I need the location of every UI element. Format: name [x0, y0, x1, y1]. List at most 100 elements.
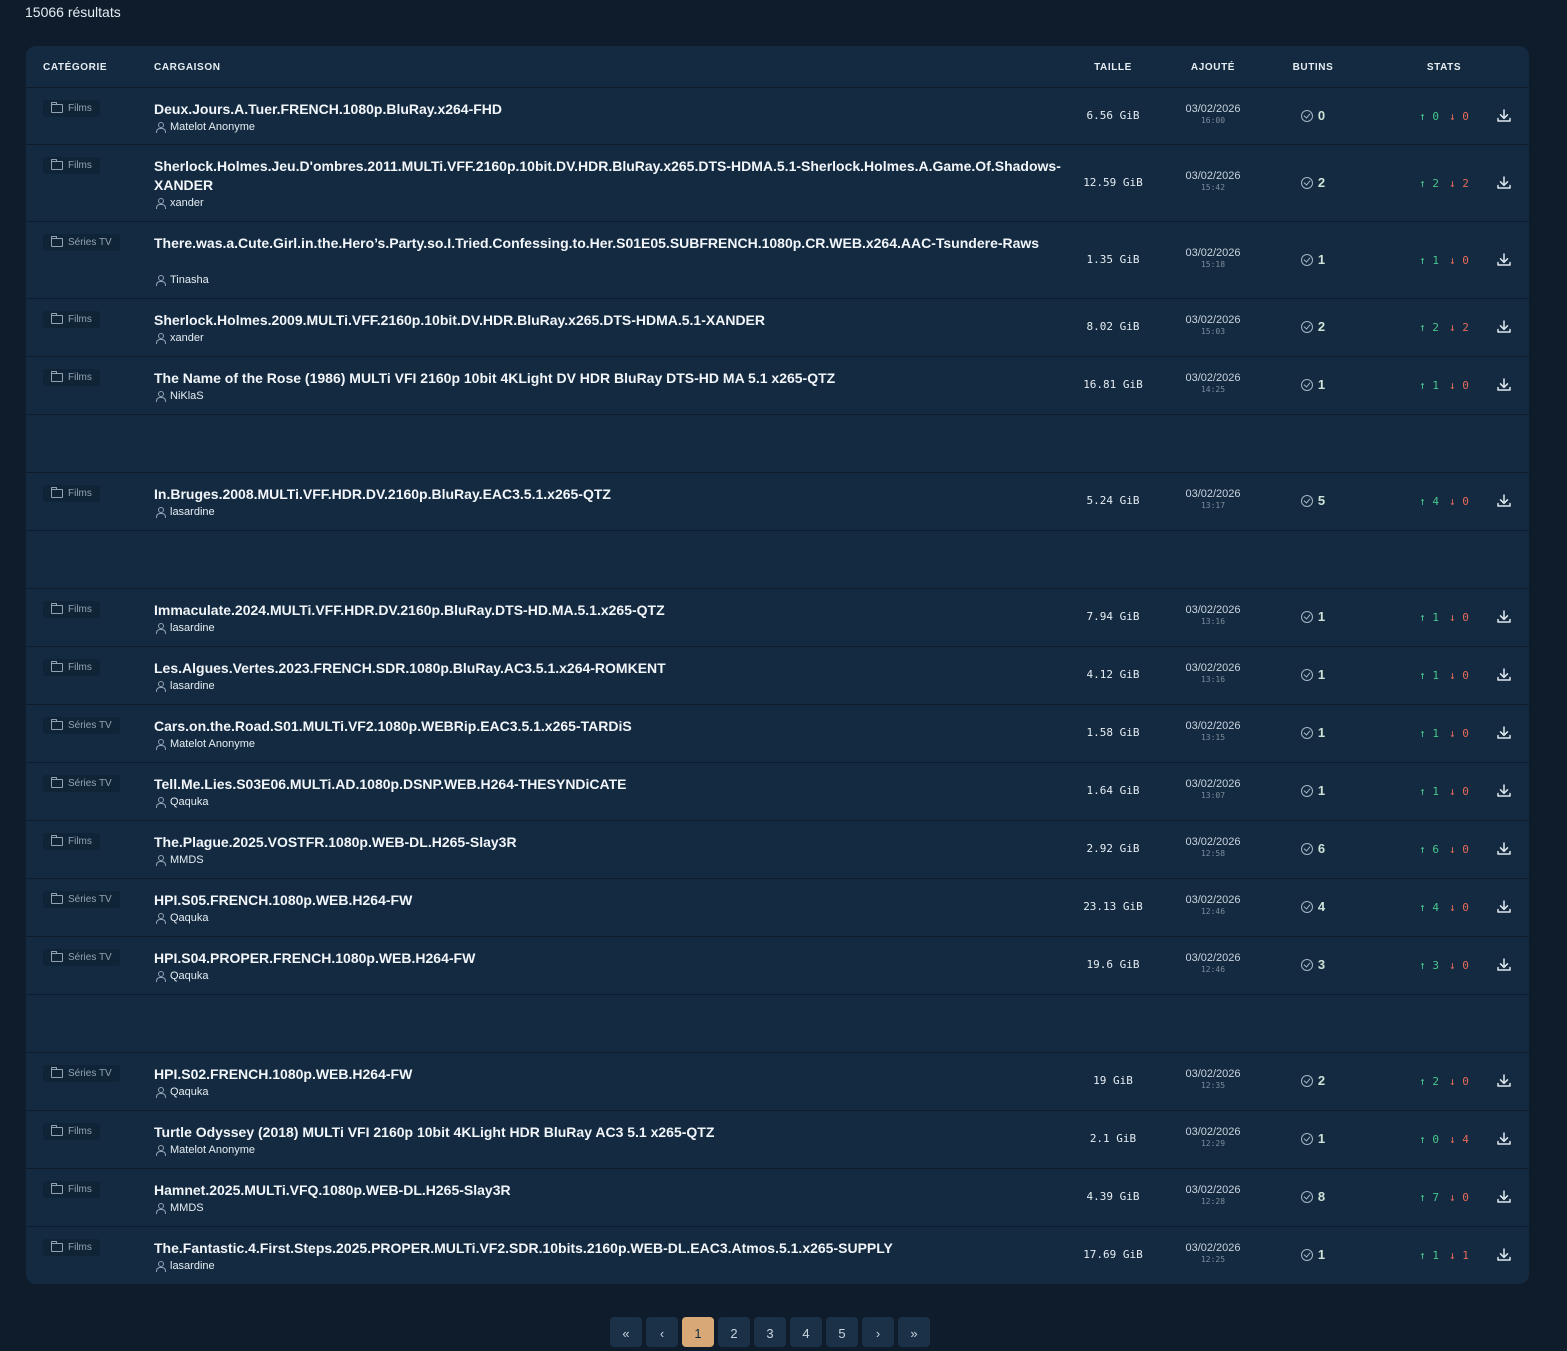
category-badge[interactable]: Films — [43, 1239, 100, 1256]
torrent-title[interactable]: Sherlock.Holmes.Jeu.D'ombres.2011.MULTi.… — [154, 157, 1064, 195]
uploader[interactable]: Qaquka — [156, 970, 209, 982]
page-button-2[interactable]: 2 — [718, 1317, 750, 1347]
page-button-5[interactable]: 5 — [826, 1317, 858, 1347]
uploader[interactable]: Qaquka — [156, 796, 209, 808]
table-row[interactable]: Séries TV Cars.on.the.Road.S01.MULTi.VF2.… — [26, 705, 1529, 763]
download-icon[interactable] — [1496, 108, 1512, 124]
download-icon[interactable] — [1496, 319, 1512, 335]
download-icon[interactable] — [1496, 609, 1512, 625]
table-row[interactable]: Films The.Plague.2025.VOSTFR.1080p.WEB-DL… — [26, 821, 1529, 879]
download-icon[interactable] — [1496, 1073, 1512, 1089]
table-row[interactable]: Films Sherlock.Holmes.Jeu.D'ombres.2011.M… — [26, 145, 1529, 222]
table-row[interactable]: Séries TV There.was.a.Cute.Girl.in.the.He… — [26, 222, 1529, 299]
first-page-button[interactable]: « — [610, 1317, 642, 1347]
download-icon[interactable] — [1496, 783, 1512, 799]
download-icon[interactable] — [1496, 1189, 1512, 1205]
torrent-title[interactable]: HPI.S05.FRENCH.1080p.WEB.H264-FW — [154, 891, 1064, 910]
torrent-title[interactable]: The.Fantastic.4.First.Steps.2025.PROPER.… — [154, 1239, 1064, 1258]
download-icon[interactable] — [1496, 377, 1512, 393]
table-row[interactable]: Films Deux.Jours.A.Tuer.FRENCH.1080p.BluR… — [26, 88, 1529, 145]
torrent-title[interactable]: The.Plague.2025.VOSTFR.1080p.WEB-DL.H265… — [154, 833, 1064, 852]
table-row[interactable]: Films Turtle Odyssey (2018) MULTi VFI 216… — [26, 1111, 1529, 1169]
uploader[interactable]: Matelot Anonyme — [156, 738, 255, 750]
uploader[interactable]: lasardine — [156, 1260, 215, 1272]
category-badge[interactable]: Films — [43, 1123, 100, 1140]
download-icon[interactable] — [1496, 841, 1512, 857]
uploader[interactable]: NiKlaS — [156, 390, 204, 402]
uploader[interactable]: Matelot Anonyme — [156, 1144, 255, 1156]
torrent-title[interactable]: Sherlock.Holmes.2009.MULTi.VFF.2160p.10b… — [154, 311, 1064, 330]
header-loot[interactable]: BUTINS — [1263, 62, 1363, 73]
table-row[interactable]: Séries TV HPI.S05.FRENCH.1080p.WEB.H264-F… — [26, 879, 1529, 937]
download-icon[interactable] — [1496, 1247, 1512, 1263]
header-cargo[interactable]: CARGAISON — [154, 62, 221, 73]
download-icon[interactable] — [1496, 667, 1512, 683]
page-button-4[interactable]: 4 — [790, 1317, 822, 1347]
category-badge[interactable]: Films — [43, 369, 100, 386]
uploader[interactable]: lasardine — [156, 680, 215, 692]
download-icon[interactable] — [1496, 493, 1512, 509]
category-badge[interactable]: Films — [43, 100, 100, 117]
download-icon[interactable] — [1496, 1131, 1512, 1147]
table-row[interactable]: Films The.Fantastic.4.First.Steps.2025.PR… — [26, 1227, 1529, 1284]
page-button-3[interactable]: 3 — [754, 1317, 786, 1347]
category-badge[interactable]: Séries TV — [43, 717, 120, 734]
uploader[interactable]: lasardine — [156, 506, 215, 518]
table-row[interactable]: Séries TV HPI.S02.FRENCH.1080p.WEB.H264-F… — [26, 1053, 1529, 1111]
category-badge[interactable]: Films — [43, 485, 100, 502]
category-badge[interactable]: Films — [43, 1181, 100, 1198]
header-category[interactable]: CATÉGORIE — [43, 62, 107, 73]
download-icon[interactable] — [1496, 725, 1512, 741]
category-badge[interactable]: Séries TV — [43, 775, 120, 792]
next-page-button[interactable]: › — [862, 1317, 894, 1347]
torrent-title[interactable]: Hamnet.2025.MULTi.VFQ.1080p.WEB-DL.H265-… — [154, 1181, 1064, 1200]
category-badge[interactable]: Films — [43, 659, 100, 676]
torrent-title[interactable]: In.Bruges.2008.MULTi.VFF.HDR.DV.2160p.Bl… — [154, 485, 1064, 504]
header-size[interactable]: TAILLE — [1063, 62, 1163, 73]
uploader[interactable]: xander — [156, 332, 204, 344]
uploader[interactable]: lasardine — [156, 622, 215, 634]
table-row[interactable]: Séries TV Tell.Me.Lies.S03E06.MULTi.AD.10… — [26, 763, 1529, 821]
torrent-title[interactable]: Deux.Jours.A.Tuer.FRENCH.1080p.BluRay.x2… — [154, 100, 1064, 119]
uploader[interactable]: xander — [156, 197, 204, 209]
torrent-title[interactable]: Turtle Odyssey (2018) MULTi VFI 2160p 10… — [154, 1123, 1064, 1142]
category-badge[interactable]: Séries TV — [43, 891, 120, 908]
uploader[interactable]: Tinasha — [156, 274, 209, 286]
category-badge[interactable]: Films — [43, 833, 100, 850]
table-row[interactable]: Films Les.Algues.Vertes.2023.FRENCH.SDR.1… — [26, 647, 1529, 705]
category-badge[interactable]: Séries TV — [43, 234, 120, 251]
torrent-title[interactable]: There.was.a.Cute.Girl.in.the.Hero’s.Part… — [154, 234, 1064, 253]
torrent-title[interactable]: HPI.S02.FRENCH.1080p.WEB.H264-FW — [154, 1065, 1064, 1084]
header-stats[interactable]: STATS — [1394, 62, 1494, 73]
uploader[interactable]: MMDS — [156, 1202, 204, 1214]
table-row[interactable]: Films Hamnet.2025.MULTi.VFQ.1080p.WEB-DL.… — [26, 1169, 1529, 1227]
category-badge[interactable]: Films — [43, 601, 100, 618]
table-row[interactable]: Films In.Bruges.2008.MULTi.VFF.HDR.DV.216… — [26, 473, 1529, 531]
prev-page-button[interactable]: ‹ — [646, 1317, 678, 1347]
torrent-title[interactable]: Les.Algues.Vertes.2023.FRENCH.SDR.1080p.… — [154, 659, 1064, 678]
download-icon[interactable] — [1496, 899, 1512, 915]
download-icon[interactable] — [1496, 252, 1512, 268]
table-row[interactable]: Films Immaculate.2024.MULTi.VFF.HDR.DV.21… — [26, 589, 1529, 647]
table-row[interactable]: Films The Name of the Rose (1986) MULTi V… — [26, 357, 1529, 415]
download-icon[interactable] — [1496, 175, 1512, 191]
category-badge[interactable]: Séries TV — [43, 1065, 120, 1082]
torrent-title[interactable]: Tell.Me.Lies.S03E06.MULTi.AD.1080p.DSNP.… — [154, 775, 1064, 794]
category-badge[interactable]: Films — [43, 157, 100, 174]
last-page-button[interactable]: » — [898, 1317, 930, 1347]
uploader[interactable]: Qaquka — [156, 912, 209, 924]
header-added[interactable]: AJOUTÉ — [1163, 62, 1263, 73]
download-icon[interactable] — [1496, 957, 1512, 973]
table-row[interactable]: Films Sherlock.Holmes.2009.MULTi.VFF.2160… — [26, 299, 1529, 357]
category-badge[interactable]: Séries TV — [43, 949, 120, 966]
torrent-title[interactable]: HPI.S04.PROPER.FRENCH.1080p.WEB.H264-FW — [154, 949, 1064, 968]
torrent-title[interactable]: Immaculate.2024.MULTi.VFF.HDR.DV.2160p.B… — [154, 601, 1064, 620]
torrent-title[interactable]: The Name of the Rose (1986) MULTi VFI 21… — [154, 369, 1064, 388]
page-button-1[interactable]: 1 — [682, 1317, 714, 1347]
table-row[interactable]: Séries TV HPI.S04.PROPER.FRENCH.1080p.WEB… — [26, 937, 1529, 995]
uploader[interactable]: Qaquka — [156, 1086, 209, 1098]
uploader[interactable]: MMDS — [156, 854, 204, 866]
category-badge[interactable]: Films — [43, 311, 100, 328]
uploader[interactable]: Matelot Anonyme — [156, 121, 255, 133]
torrent-title[interactable]: Cars.on.the.Road.S01.MULTi.VF2.1080p.WEB… — [154, 717, 1064, 736]
